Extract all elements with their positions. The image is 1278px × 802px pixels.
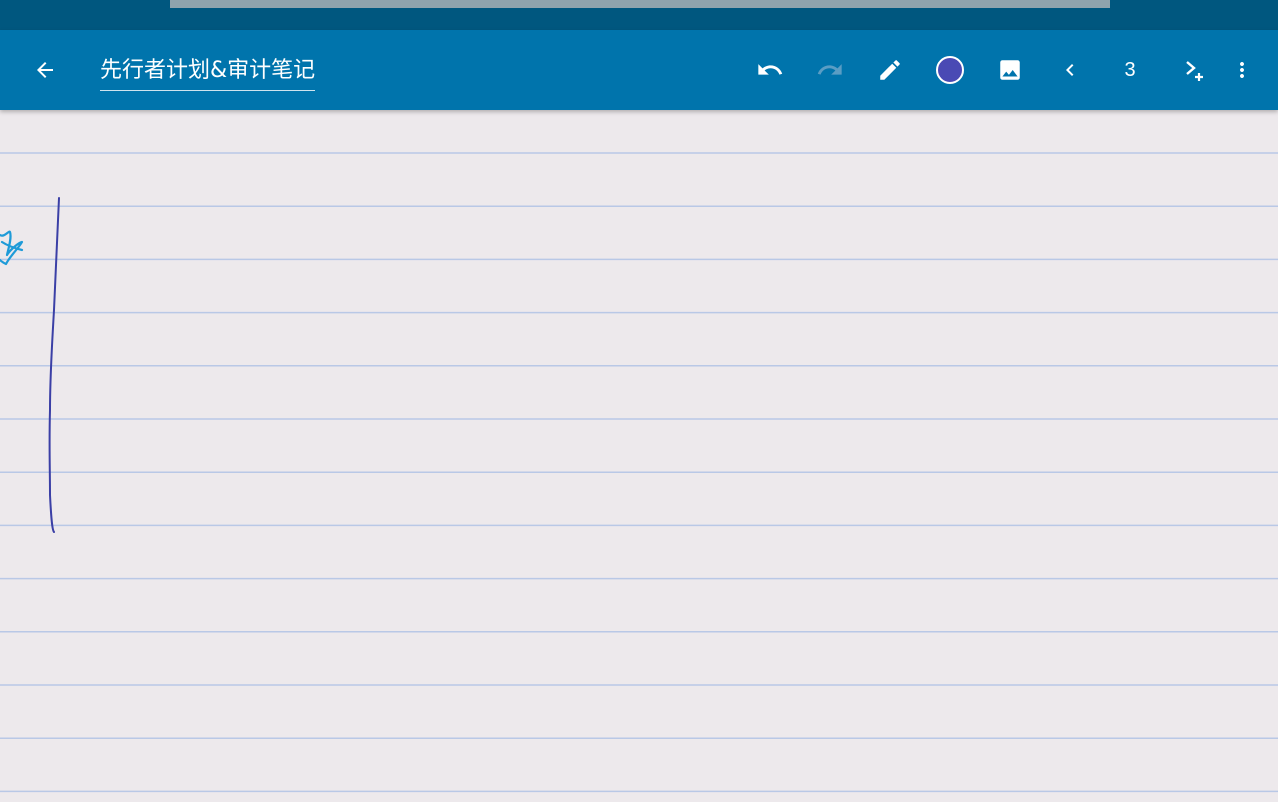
drawing-canvas[interactable] — [0, 110, 1278, 798]
color-picker-icon — [936, 56, 964, 84]
notebook-title[interactable]: 先行者计划&审计笔记 — [100, 54, 316, 91]
redo-icon — [816, 56, 844, 84]
color-picker-button[interactable] — [926, 30, 974, 110]
image-icon — [997, 57, 1023, 83]
status-strip — [170, 0, 1110, 8]
pencil-icon — [877, 57, 903, 83]
ink-stroke-margin-line — [48, 197, 60, 533]
back-button[interactable] — [21, 30, 69, 110]
chevron-left-icon — [1058, 58, 1082, 82]
page-number: 3 — [1124, 59, 1136, 81]
pen-tool-button[interactable] — [866, 30, 914, 110]
next-add-page-button[interactable] — [1170, 30, 1218, 110]
ruled-lines — [0, 152, 1278, 793]
next-add-page-icon — [1180, 56, 1208, 84]
previous-page-button[interactable] — [1046, 30, 1094, 110]
undo-button[interactable] — [746, 30, 794, 110]
insert-image-button[interactable] — [986, 30, 1034, 110]
undo-icon — [756, 56, 784, 84]
more-options-button[interactable] — [1218, 30, 1266, 110]
more-vert-icon — [1230, 58, 1254, 82]
system-status-bar — [0, 0, 1278, 30]
arrow-left-icon — [33, 58, 57, 82]
ruled-paper — [0, 152, 1278, 793]
redo-button[interactable] — [806, 30, 854, 110]
app-toolbar: 先行者计划&审计笔记 3 — [0, 30, 1278, 110]
